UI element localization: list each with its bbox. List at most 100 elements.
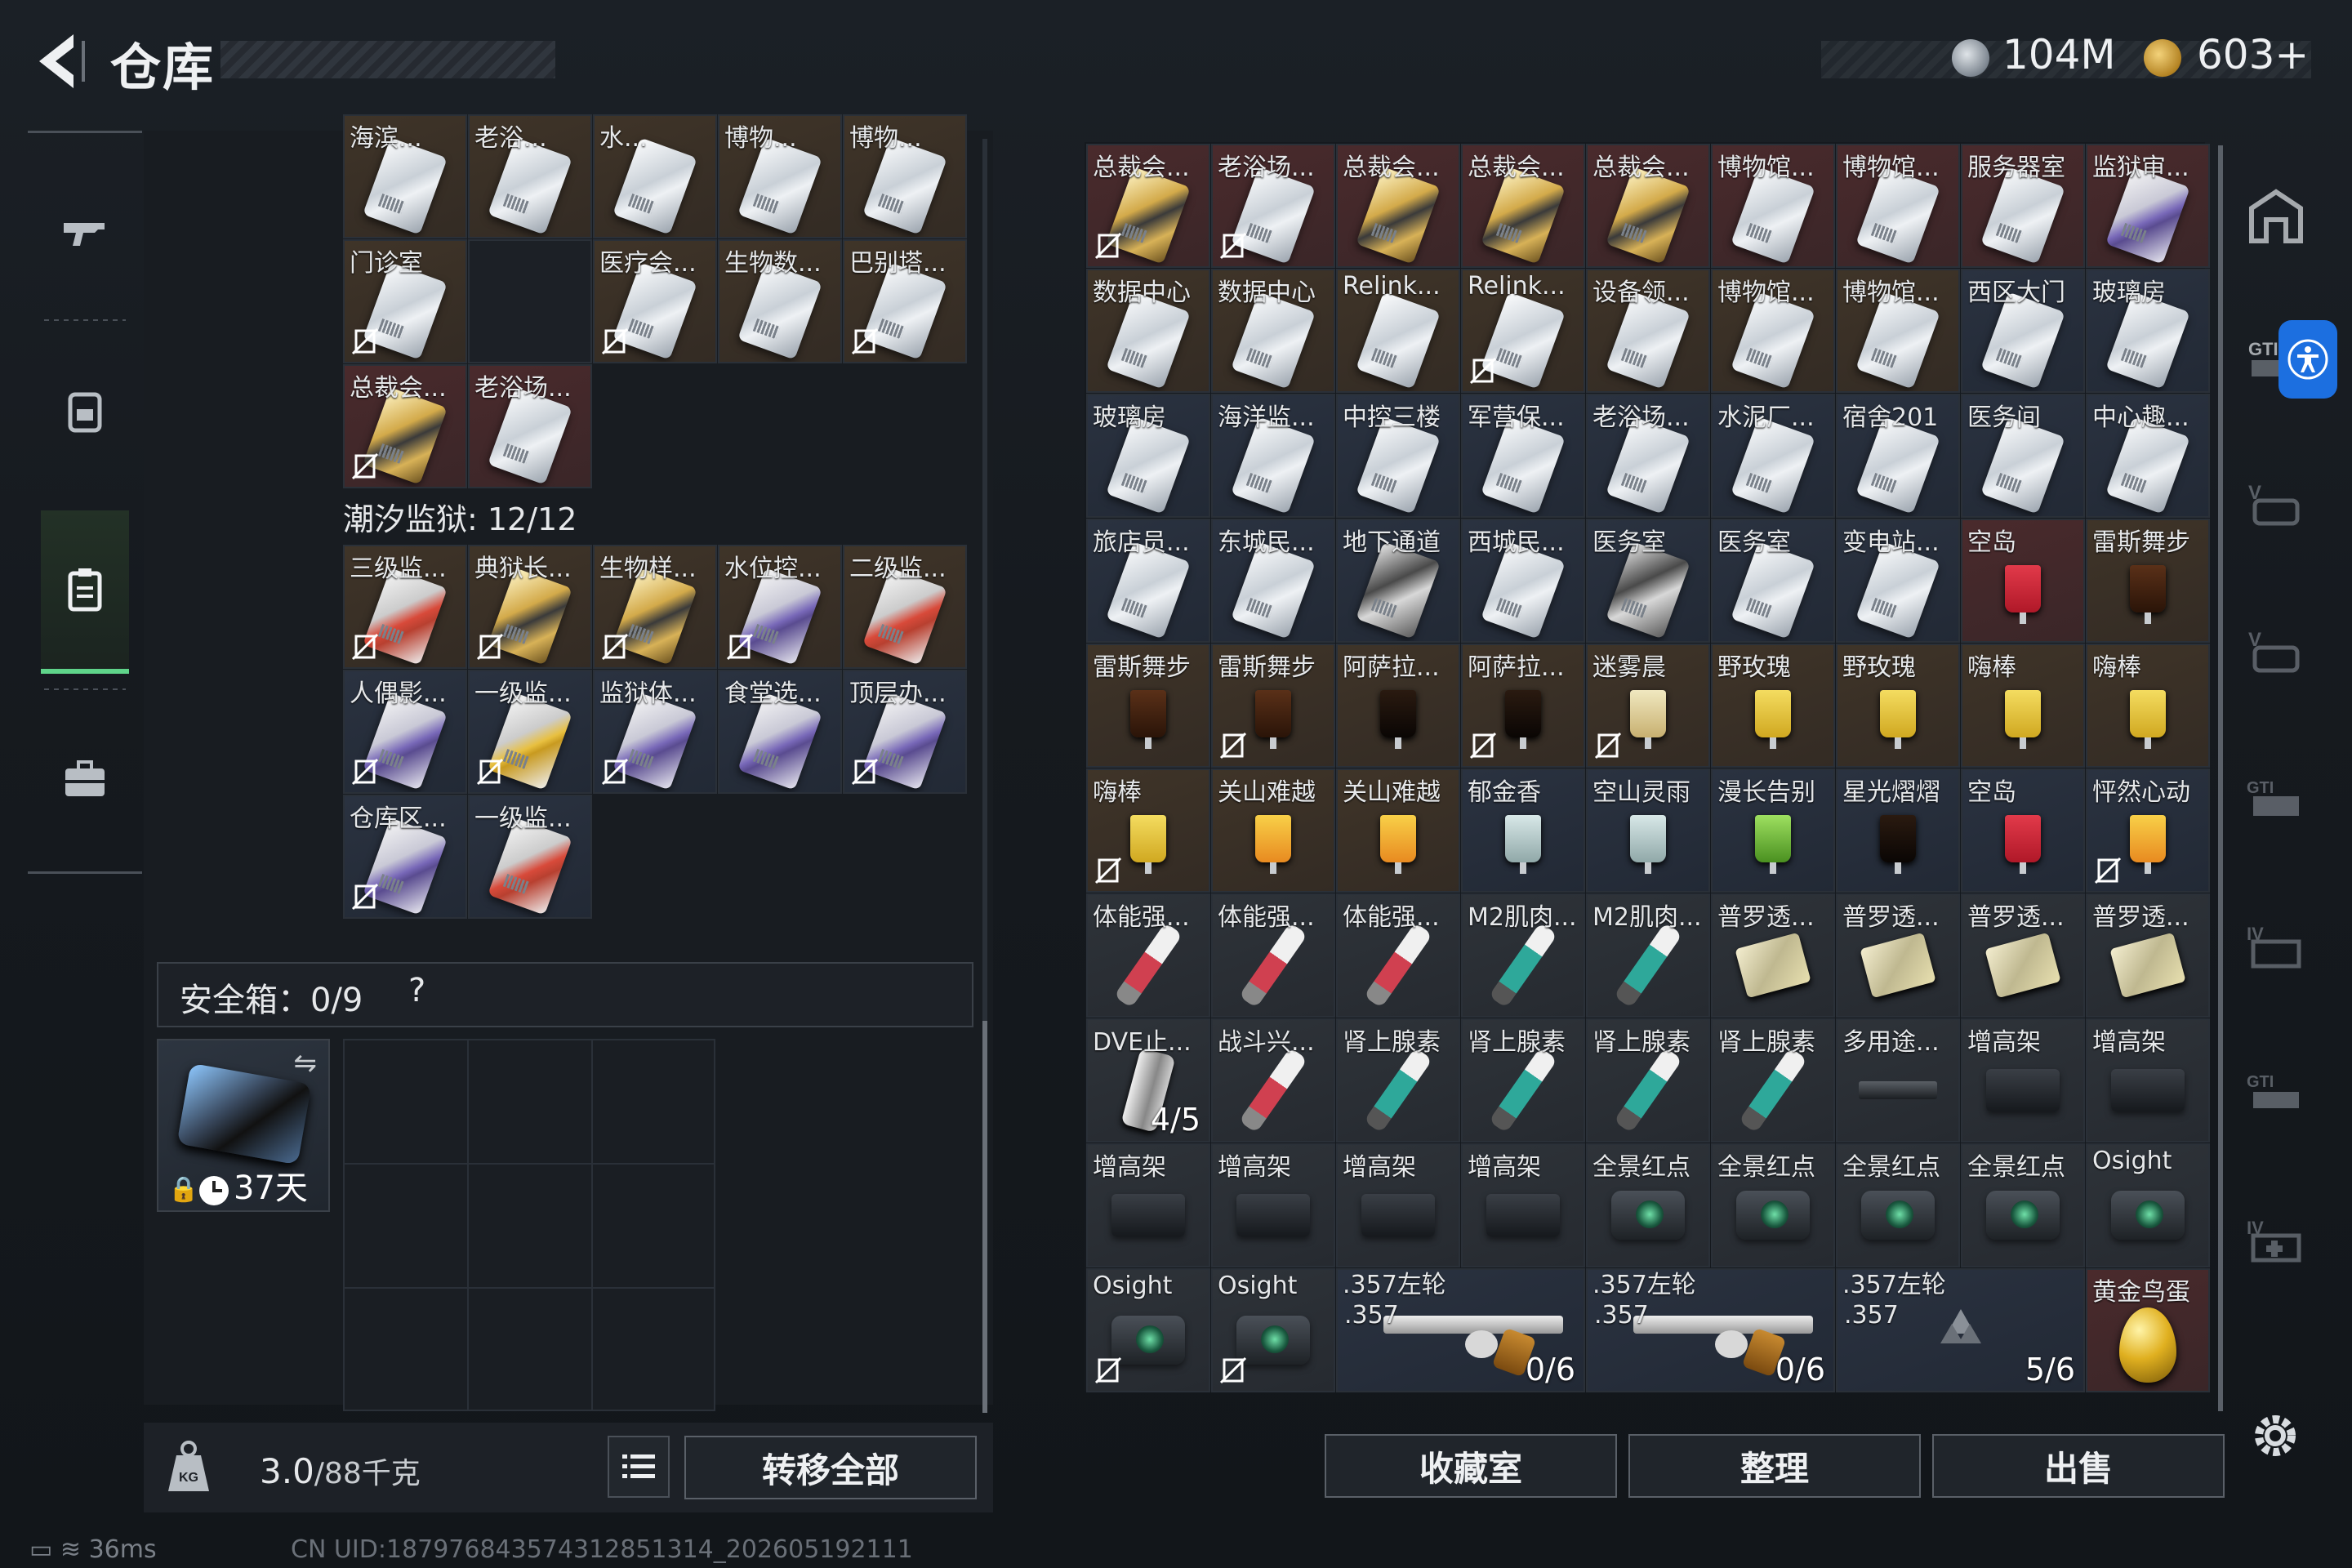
warehouse-item-slot[interactable]: 总裁会... [1086,144,1210,268]
warehouse-item-slot[interactable]: M2肌肉... [1461,893,1585,1018]
warehouse-item-slot[interactable]: 嗨棒 [1086,768,1210,893]
left-item-slot[interactable]: 三级监... [343,545,467,669]
warehouse-item-slot[interactable]: 宿舍201 [1836,394,1960,518]
warehouse-item-slot[interactable]: 总裁会... [1586,144,1710,268]
right-scrollbar-thumb[interactable] [2218,145,2223,1411]
tab-gti-2[interactable]: GTI [2239,760,2313,833]
warehouse-item-slot[interactable]: 雷斯舞步 [1086,644,1210,768]
left-item-slot[interactable]: 食堂选... [718,670,842,794]
warehouse-item-slot[interactable]: 嗨棒 [2086,644,2210,768]
tab-v-armor[interactable]: V [2239,466,2313,539]
warehouse-item-slot[interactable]: 玻璃房 [2086,269,2210,393]
golden-egg-slot[interactable]: 黄金鸟蛋 [2086,1268,2210,1392]
warehouse-item-slot[interactable]: 中控三楼 [1336,394,1460,518]
warehouse-item-slot[interactable]: 博物馆... [1836,269,1960,393]
collection-room-button[interactable]: 收藏室 [1325,1434,1617,1498]
left-item-slot[interactable]: 巴别塔... [843,239,967,363]
warehouse-item-slot[interactable]: 博物馆... [1836,144,1960,268]
warehouse-item-slot[interactable]: 监狱审... [2086,144,2210,268]
warehouse-item-slot[interactable]: 设备领... [1586,269,1710,393]
left-item-slot[interactable]: 一级监... [468,795,592,919]
left-item-slot[interactable]: 博物... [718,114,842,238]
warehouse-item-slot[interactable]: 关山难越 [1336,768,1460,893]
warehouse-item-slot[interactable]: 战斗兴... [1211,1018,1335,1143]
revolver-item-slot[interactable]: .357左轮 .357 0/6 [1586,1268,1835,1392]
warehouse-item-slot[interactable]: 旅店员... [1086,519,1210,643]
warehouse-item-slot[interactable]: 全景红点 [1961,1143,2085,1267]
warehouse-item-slot[interactable]: 关山难越 [1211,768,1335,893]
warehouse-item-slot[interactable]: 玻璃房 [1086,394,1210,518]
left-item-slot[interactable]: 二级监... [843,545,967,669]
tab-v-helmet[interactable]: V [2239,612,2313,686]
warehouse-item-slot[interactable]: 增高架 [2086,1018,2210,1143]
left-item-slot[interactable]: 生物数... [718,239,842,363]
warehouse-item-slot[interactable]: 水泥厂... [1711,394,1835,518]
warehouse-item-slot[interactable]: 体能强... [1086,893,1210,1018]
warehouse-item-slot[interactable]: 增高架 [1461,1143,1585,1267]
transfer-all-button[interactable]: 转移全部 [684,1436,977,1499]
warehouse-item-slot[interactable]: 西区大门 [1961,269,2085,393]
tab-iv[interactable]: IV [2239,906,2313,980]
warehouse-item-slot[interactable]: 西城民... [1461,519,1585,643]
left-item-slot[interactable]: 博物... [843,114,967,238]
list-view-button[interactable] [608,1436,670,1498]
safebox-grid[interactable] [343,1039,715,1411]
warehouse-item-slot[interactable]: 体能强... [1211,893,1335,1018]
nav-gear[interactable] [41,329,129,492]
warehouse-item-slot[interactable]: DVE止... 4/5 [1086,1018,1210,1143]
left-item-slot[interactable]: 海滨... [343,114,467,238]
warehouse-item-slot[interactable]: Osight [1086,1268,1210,1392]
warehouse-item-slot[interactable]: 数据中心 [1086,269,1210,393]
warehouse-item-slot[interactable]: 雷斯舞步 [1211,644,1335,768]
warehouse-item-slot[interactable]: 军营保... [1461,394,1585,518]
warehouse-item-slot[interactable]: 普罗透... [1961,893,2085,1018]
revolver-item-slot[interactable]: .357左轮 .357 5/6 [1836,1268,2085,1392]
tab-iv-medical[interactable]: IV [2239,1200,2313,1274]
currency-gold-amount[interactable]: 603+ [2197,31,2309,78]
warehouse-item-slot[interactable]: 普罗透... [1836,893,1960,1018]
warehouse-item-slot[interactable]: 漫长告别 [1711,768,1835,893]
left-item-slot[interactable]: 人偶影... [343,670,467,794]
warehouse-item-slot[interactable]: 空山灵雨 [1586,768,1710,893]
warehouse-item-slot[interactable]: 空岛 [1961,768,2085,893]
currency-silver-amount[interactable]: 104M [2002,31,2116,78]
warehouse-item-slot[interactable]: 地下通道 [1336,519,1460,643]
warehouse-item-slot[interactable]: 医务间 [1961,394,2085,518]
left-item-slot[interactable]: 水位控... [718,545,842,669]
swap-icon[interactable]: ⇋ [294,1047,318,1080]
warehouse-item-slot[interactable]: 医务室 [1711,519,1835,643]
sort-button[interactable]: 整理 [1628,1434,1921,1498]
left-item-slot[interactable]: 一级监... [468,670,592,794]
left-item-slot[interactable]: 顶层办... [843,670,967,794]
warehouse-item-slot[interactable]: Osight [1211,1268,1335,1392]
back-button[interactable] [24,24,90,98]
warehouse-item-slot[interactable]: 迷雾晨 [1586,644,1710,768]
safebox-help-button[interactable]: ? [408,972,425,1009]
warehouse-item-slot[interactable]: 增高架 [1336,1143,1460,1267]
warehouse-item-slot[interactable]: 多用途... [1836,1018,1960,1143]
warehouse-item-slot[interactable]: 老浴场... [1586,394,1710,518]
warehouse-item-slot[interactable]: 星光熠熠 [1836,768,1960,893]
warehouse-item-slot[interactable]: 郁金香 [1461,768,1585,893]
left-item-slot[interactable]: 水... [593,114,717,238]
warehouse-item-slot[interactable]: 普罗透... [1711,893,1835,1018]
warehouse-item-slot[interactable]: 博物馆... [1711,144,1835,268]
warehouse-item-slot[interactable]: 增高架 [1086,1143,1210,1267]
warehouse-item-slot[interactable]: 增高架 [1211,1143,1335,1267]
warehouse-item-slot[interactable]: 总裁会... [1336,144,1460,268]
tab-all[interactable] [2239,180,2313,253]
nav-items[interactable] [41,510,129,674]
warehouse-item-slot[interactable]: 海洋监... [1211,394,1335,518]
safe-case-slot[interactable]: ⇋ 🔒 37天 [157,1039,330,1212]
left-item-slot[interactable]: 生物样... [593,545,717,669]
left-item-slot[interactable]: 典狱长... [468,545,592,669]
warehouse-item-slot[interactable]: 全景红点 [1836,1143,1960,1267]
warehouse-item-slot[interactable]: Relink... [1461,269,1585,393]
warehouse-item-slot[interactable]: 总裁会... [1461,144,1585,268]
left-item-slot[interactable]: 仓库区... [343,795,467,919]
warehouse-item-slot[interactable]: Relink... [1336,269,1460,393]
warehouse-item-slot[interactable]: 全景红点 [1711,1143,1835,1267]
warehouse-item-slot[interactable]: 全景红点 [1586,1143,1710,1267]
sell-button[interactable]: 出售 [1932,1434,2225,1498]
left-item-slot[interactable]: 门诊室 [343,239,467,363]
